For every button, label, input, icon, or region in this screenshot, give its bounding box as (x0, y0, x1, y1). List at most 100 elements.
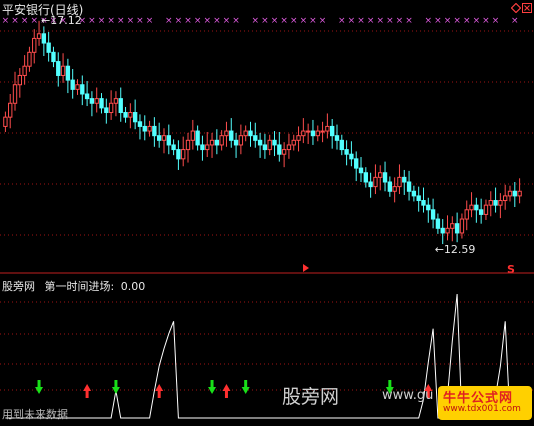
signal-marker: × (319, 16, 327, 26)
signal-marker: × (492, 16, 500, 26)
candle (358, 156, 364, 182)
candle-body (459, 218, 465, 234)
candle-body (27, 51, 32, 67)
candle (416, 186, 421, 212)
candle (373, 164, 378, 195)
candle-body (65, 65, 71, 81)
candle (46, 31, 51, 62)
candle-body (185, 139, 191, 151)
candle-body (378, 172, 383, 178)
candle-body (253, 135, 258, 141)
candle (137, 114, 143, 140)
site-logo: 牛牛公式网 www.tdx001.com (438, 386, 532, 420)
candle (474, 197, 479, 223)
candle (315, 125, 320, 142)
signal-marker: × (444, 16, 452, 26)
candle-body (209, 139, 215, 146)
candle-body (387, 181, 393, 192)
candle-body (118, 98, 123, 114)
candle (65, 58, 71, 94)
signal-marker: × (146, 16, 154, 26)
candle-body (464, 209, 469, 220)
candle-body (493, 200, 498, 206)
candle-body (123, 112, 128, 118)
candle (512, 182, 517, 208)
candle (430, 198, 436, 229)
candle (147, 120, 152, 137)
candle (454, 212, 460, 243)
candle-body (445, 227, 450, 234)
candle (12, 71, 18, 111)
candle-body (354, 158, 359, 169)
candle-body (469, 204, 474, 211)
candle (185, 132, 191, 163)
candle-body (51, 51, 56, 63)
candle (488, 191, 493, 217)
candle-body (349, 153, 354, 160)
candle (382, 161, 388, 192)
candle-body (99, 98, 104, 109)
candle-body (277, 144, 282, 155)
candle (440, 219, 445, 245)
watermark-url: www.gu (382, 388, 434, 403)
candle-body (176, 149, 181, 160)
candle-body (94, 98, 99, 104)
candle (209, 132, 215, 158)
candle (243, 125, 248, 142)
candle-body (426, 204, 431, 211)
candle-body (334, 135, 340, 141)
chart-window: × × × × × × × × × × × × × × × × × × × × × × × × × × × × × × × × × × × × × × × ×… (0, 0, 534, 422)
candle (286, 133, 292, 159)
signal-marker: × (252, 16, 260, 26)
candle-body (267, 139, 272, 151)
candle-body (142, 125, 147, 132)
candle (450, 216, 455, 242)
candle (445, 215, 450, 241)
indicator-footer: 用到未来数据 (2, 408, 68, 421)
signal-marker: × (107, 16, 115, 26)
candle (205, 131, 210, 157)
candle-body (339, 139, 344, 151)
signal-marker: × (290, 16, 298, 26)
candle-body (89, 98, 95, 104)
candle (267, 134, 272, 156)
candle-body (454, 223, 460, 234)
candle (238, 124, 244, 155)
candle-body (329, 125, 335, 137)
candle (161, 128, 167, 154)
candle-body (190, 130, 196, 141)
candle (22, 55, 27, 85)
candle (349, 141, 354, 167)
candle-body (224, 130, 229, 137)
candle (181, 136, 186, 167)
candle (195, 125, 200, 151)
candle (41, 26, 47, 57)
candle-body (166, 135, 171, 146)
candle (305, 123, 311, 145)
candle (363, 167, 369, 188)
down-arrow-icon (208, 380, 217, 394)
candle (60, 53, 66, 83)
candle-body (291, 139, 296, 146)
candle-body (368, 181, 373, 188)
candle (166, 124, 171, 155)
candle-body (233, 139, 239, 146)
down-arrow-icon (111, 380, 120, 394)
candle-body (363, 172, 369, 183)
close-icon[interactable] (522, 3, 532, 13)
signal-marker: × (300, 16, 308, 26)
candle (281, 142, 287, 168)
signal-marker: × (194, 16, 202, 26)
candle-body (305, 130, 311, 133)
diamond-icon[interactable] (511, 3, 521, 13)
candle-body (152, 125, 157, 137)
candle (132, 99, 138, 130)
up-arrow-icon (83, 384, 92, 398)
candle (354, 151, 359, 182)
candle (329, 119, 335, 149)
candle (70, 68, 75, 99)
signal-marker: × (309, 16, 317, 26)
indicator-name: 第一时间进场: (44, 280, 115, 293)
candle-body (36, 33, 42, 39)
candle-body (507, 190, 513, 197)
